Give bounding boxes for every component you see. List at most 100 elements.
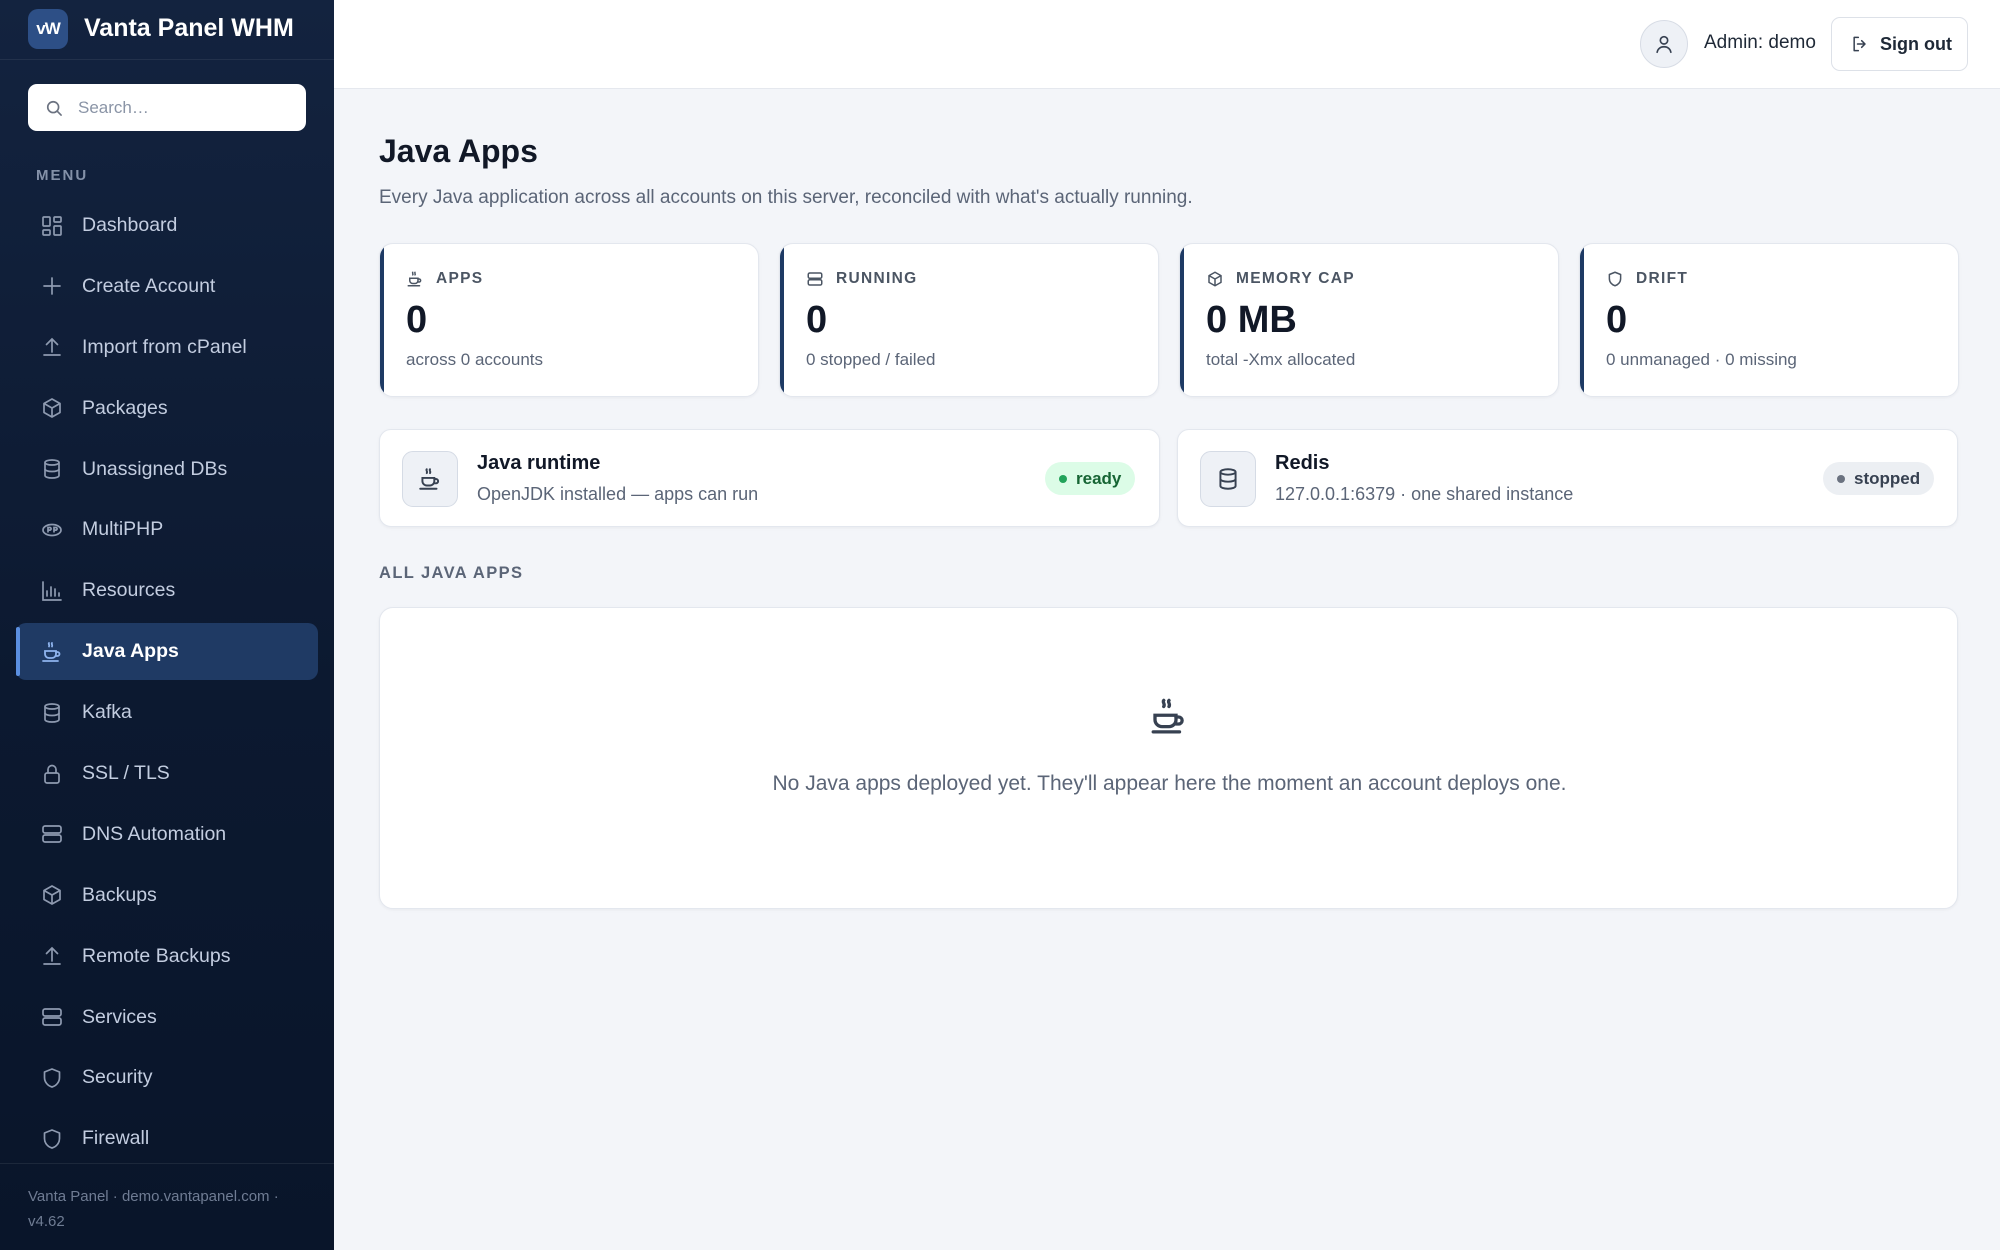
user-icon [1656,35,1672,54]
sidebar-footer: Vanta Panel · demo.vantapanel.com · v4.6… [0,1163,334,1250]
status-badge: ready [1045,462,1136,495]
stat-label: APPS [436,270,484,287]
section-title: ALL JAVA APPS [379,564,524,582]
sidebar-item-import-cpanel[interactable]: Import from cPanel [16,319,318,376]
stat-value: 0 MB [1206,299,1297,341]
status-text: ready [1076,468,1122,488]
sidebar-item-label: Java Apps [82,640,179,663]
sidebar-item-label: Backups [82,883,157,906]
stat-header: DRIFT [1606,270,1688,288]
search-icon [46,100,62,116]
sidebar-item-label: SSL / TLS [82,762,170,785]
sidebar-item-label: Firewall [82,1127,150,1150]
sidebar-item-packages[interactable]: Packages [16,380,318,437]
shield-icon [43,1129,61,1149]
menu-label: MENU [36,167,89,184]
stat-card-memory-cap: MEMORY CAP 0 MB total -Xmx allocated [1179,243,1559,397]
package-icon [43,398,61,419]
plus-icon [43,277,61,296]
sidebar-item-label: MultiPHP [82,518,164,541]
brand[interactable]: vW Vanta Panel WHM [0,0,334,60]
sidebar-item-resources[interactable]: Resources [16,562,318,619]
sidebar-item-multiphp[interactable]: MultiPHP [16,501,318,558]
stat-card-running: RUNNING 0 0 stopped / failed [779,243,1159,397]
sidebar-item-label: Unassigned DBs [82,457,228,480]
empty-state-text: No Java apps deployed yet. They'll appea… [772,772,1567,795]
sign-out-label: Sign out [1880,33,1952,54]
sidebar-item-unassigned-dbs[interactable]: Unassigned DBs [16,441,318,498]
status-badge: stopped [1823,462,1935,495]
database-icon [44,702,60,723]
package-icon [1208,271,1222,287]
dashboard-icon [42,215,62,236]
sidebar-item-remote-backups[interactable]: Remote Backups [16,928,318,985]
sidebar-item-java-apps[interactable]: Java Apps [16,623,318,681]
stat-header: APPS [406,270,483,288]
server-icon [42,825,62,844]
sidebar-item-ssl-tls[interactable]: SSL / TLS [16,745,318,802]
page-title: Java Apps [379,133,538,169]
coffee-cup-icon [1151,698,1184,734]
brand-logo: vW [28,8,68,49]
stat-note: 0 stopped / failed [806,350,936,369]
sidebar-item-label: Services [82,1005,157,1028]
java-apps-empty-state: No Java apps deployed yet. They'll appea… [379,607,1958,909]
stat-label: DRIFT [1636,270,1689,287]
database-icon [44,459,60,479]
sidebar-item-security[interactable]: Security [16,1049,318,1106]
database-icon [1219,468,1237,490]
page-subtitle: Every Java application across all accoun… [379,187,1193,208]
sign-out-icon [1853,36,1866,52]
status-dot [1837,474,1845,483]
sidebar-item-label: Dashboard [82,214,178,236]
stat-value: 0 [406,299,428,341]
avatar[interactable] [1640,20,1688,68]
stat-header: RUNNING [806,270,917,288]
search-box[interactable] [28,84,306,131]
shield-icon [43,1068,61,1088]
topbar: Admin: demo Sign out [334,0,2000,89]
shield-icon [1608,271,1622,287]
service-card-java-runtime: Java runtime OpenJDK installed — apps ca… [379,429,1160,527]
sidebar-item-dns-automation[interactable]: DNS Automation [16,806,318,863]
sidebar-item-label: Kafka [82,701,132,724]
status-dot [1059,474,1067,483]
admin-label: Admin: demo [1704,32,1816,53]
coffee-cup-icon [419,468,440,490]
sidebar-item-backups[interactable]: Backups [16,867,318,924]
stat-card-drift: DRIFT 0 0 unmanaged · 0 missing [1579,243,1959,397]
sidebar-item-label: DNS Automation [82,822,227,845]
sidebar-nav: Dashboard Create Account Import from cPa… [16,197,318,1171]
sidebar-item-kafka[interactable]: Kafka [16,684,318,741]
stat-note: total -Xmx allocated [1206,350,1356,369]
sidebar-item-label: Packages [82,396,168,419]
sign-out-button[interactable]: Sign out [1831,17,1968,71]
brand-name: Vanta Panel WHM [84,14,294,42]
sidebar-item-create-account[interactable]: Create Account [16,258,318,315]
service-icon [402,451,458,507]
server-icon [42,1008,62,1026]
service-name: Java runtime [477,452,601,474]
stat-label: MEMORY CAP [1236,270,1355,287]
sidebar-item-dashboard[interactable]: Dashboard [16,197,318,254]
stat-card-apps: APPS 0 across 0 accounts [379,243,759,397]
sidebar-item-label: Remote Backups [82,944,231,967]
coffee-cup-icon [407,271,422,287]
bar-chart-icon [42,580,62,601]
coffee-cup-icon [42,641,61,662]
php-icon [42,523,62,537]
upload-icon [43,338,61,357]
search-input[interactable] [78,97,298,118]
service-description: 127.0.0.1:6379 · one shared instance [1275,484,1574,504]
sidebar-item-firewall[interactable]: Firewall [16,1110,318,1167]
service-icon [1200,451,1256,507]
sidebar-item-label: Import from cPanel [82,335,247,358]
sidebar-item-services[interactable]: Services [16,989,318,1046]
stat-value: 0 [806,299,828,341]
server-icon [807,272,823,286]
lock-icon [44,764,60,784]
sidebar-item-label: Resources [82,579,176,602]
stat-header: MEMORY CAP [1206,270,1355,288]
sidebar-item-label: Create Account [82,274,216,297]
stat-value: 0 [1606,299,1628,341]
